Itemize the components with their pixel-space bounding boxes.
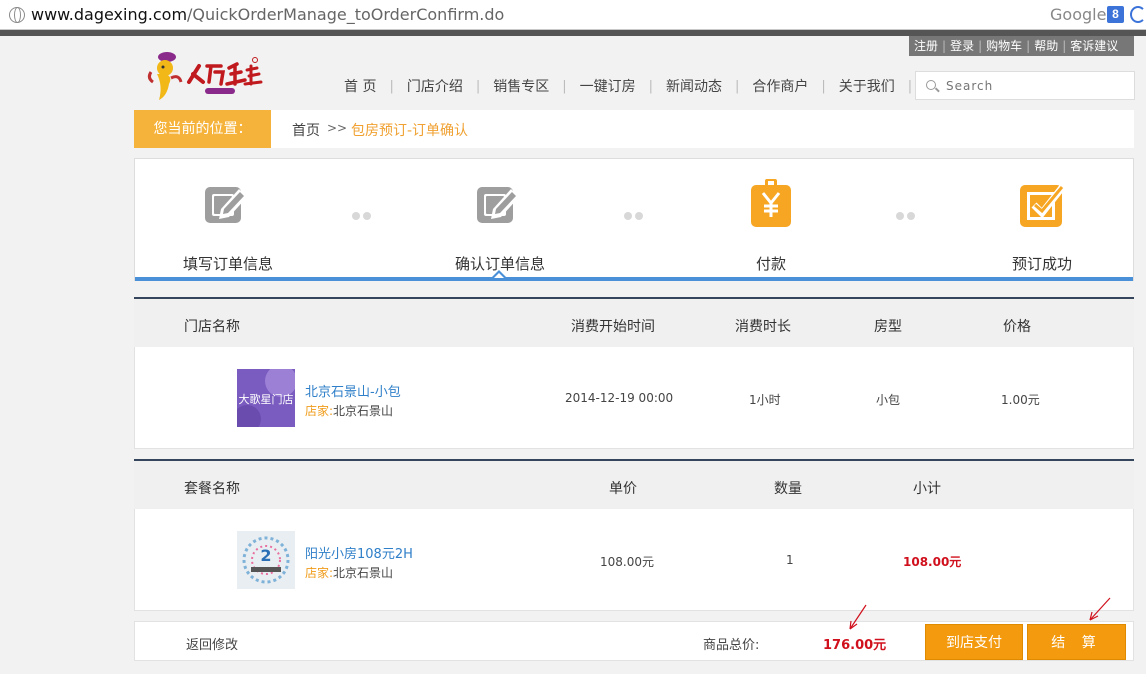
nav-news[interactable]: 新闻动态 <box>653 76 735 96</box>
total-value: 176.00元 <box>823 638 887 653</box>
login-link[interactable]: 登录 <box>950 39 974 53</box>
table-row: 大歌星门店 北京石景山-小包 店家:北京石景山 2014-12-19 00:00… <box>134 347 1134 449</box>
shop-label: 店家: <box>305 566 334 580</box>
payment-icon <box>751 179 791 227</box>
nav-quick-booking[interactable]: 一键订房 <box>567 76 649 96</box>
complaint-link[interactable]: 客诉建议 <box>1070 39 1118 53</box>
breadcrumb-current: 包房预订-订单确认 <box>351 123 469 139</box>
shop-value: 北京石景山 <box>333 566 394 580</box>
site-search <box>915 71 1135 100</box>
package-table-header: 套餐名称 单价 数量 小计 <box>134 459 1134 509</box>
shop-info: 店家:北京石景山 <box>305 564 393 581</box>
pay-at-store-button[interactable]: 到店支付 <box>925 624 1023 660</box>
col-store-name: 门店名称 <box>184 319 240 335</box>
breadcrumb-home[interactable]: 首页 <box>292 120 320 140</box>
room-table-header: 门店名称 消费开始时间 消费时长 房型 价格 <box>134 297 1134 347</box>
breadcrumb-label: 您当前的位置： <box>134 110 271 148</box>
search-icon[interactable] <box>926 80 936 90</box>
globe-icon <box>9 7 25 23</box>
store-thumbnail[interactable]: 大歌星门店 <box>237 369 295 427</box>
shop-value: 北京石景山 <box>333 404 394 418</box>
col-subtotal: 小计 <box>913 481 941 497</box>
step-label: 填写订单信息 <box>183 255 274 273</box>
col-unit-price: 单价 <box>609 481 637 497</box>
search-engine-label[interactable]: Google <box>1050 5 1106 24</box>
annotation-arrow-icon <box>849 604 867 630</box>
register-link[interactable]: 注册 <box>914 39 938 53</box>
checkout-button[interactable]: 结 算 <box>1027 624 1126 660</box>
top-sep: | <box>978 39 983 53</box>
top-sep: | <box>1062 39 1067 53</box>
nav-sep: | <box>907 78 913 94</box>
edit-icon <box>477 187 519 223</box>
package-thumbnail[interactable]: 2 <box>237 531 295 589</box>
help-link[interactable]: 帮助 <box>1034 39 1058 53</box>
room-type-value: 小包 <box>876 393 901 407</box>
order-steps: 填写订单信息 确认订单信息 付款 预订成功 <box>134 158 1134 281</box>
start-time-value: 2014-12-19 00:00 <box>565 391 674 405</box>
browser-address-bar[interactable]: www.dagexing.com/QuickOrderManage_toOrde… <box>0 0 1146 30</box>
svg-text:2: 2 <box>260 546 271 565</box>
step-success: 预订成功 <box>998 179 1086 274</box>
order-footer: 返回修改 商品总价: 176.00元 到店支付 结 算 <box>134 621 1134 661</box>
col-package-name: 套餐名称 <box>184 481 240 497</box>
quantity-value: 1 <box>786 553 794 567</box>
nav-sales[interactable]: 销售专区 <box>480 76 562 96</box>
room-name-link[interactable]: 北京石景山-小包 <box>305 381 401 400</box>
breadcrumb-separator: >> <box>327 121 348 135</box>
top-sep: | <box>942 39 947 53</box>
step-payment: 付款 <box>727 179 815 274</box>
main-nav: 首 页 | 门店介绍 | 销售专区 | 一键订房 | 新闻动态 | 合作商户 | 关于我们 | <box>331 74 912 98</box>
col-start-time: 消费开始时间 <box>571 319 655 335</box>
site-logo[interactable] <box>145 48 270 104</box>
unit-price-value: 108.00元 <box>600 555 654 569</box>
price-value: 1.00元 <box>1001 393 1040 407</box>
annotation-arrow-icon <box>1089 597 1111 621</box>
url-text[interactable]: www.dagexing.com/QuickOrderManage_toOrde… <box>31 5 504 24</box>
edit-icon <box>205 187 247 223</box>
subtotal-value: 108.00元 <box>903 555 962 569</box>
check-icon <box>1020 182 1067 227</box>
step-label: 付款 <box>755 255 786 273</box>
back-edit-link[interactable]: 返回修改 <box>186 634 238 653</box>
breadcrumb: 您当前的位置： 首页 >> 包房预订-订单确认 <box>134 110 1134 148</box>
shop-info: 店家:北京石景山 <box>305 402 393 419</box>
col-room-type: 房型 <box>874 319 902 335</box>
google-icon[interactable]: 8 <box>1107 6 1124 23</box>
top-sep: | <box>1026 39 1031 53</box>
col-price: 价格 <box>1003 319 1031 335</box>
col-quantity: 数量 <box>774 481 802 497</box>
step-connector <box>352 212 371 220</box>
thumbnail-text: 大歌星门店 <box>239 392 294 406</box>
step-fill-order: 填写订单信息 <box>183 179 274 274</box>
url-path: /QuickOrderManage_toOrderConfirm.do <box>187 5 505 24</box>
table-row: 2 阳光小房108元2H 店家:北京石景山 108.00元 1 108.00元 <box>134 509 1134 611</box>
nav-partners[interactable]: 合作商户 <box>739 76 821 96</box>
step-connector <box>896 212 915 220</box>
step-connector <box>624 212 643 220</box>
cart-link[interactable]: 购物车 <box>986 39 1022 53</box>
total-label: 商品总价: <box>703 638 760 653</box>
col-duration: 消费时长 <box>735 319 791 335</box>
step-confirm-order: 确认订单信息 <box>455 179 545 274</box>
browser-swirl-icon[interactable] <box>1130 6 1146 23</box>
step-progress-line <box>135 277 1133 281</box>
package-name-link[interactable]: 阳光小房108元2H <box>305 543 413 562</box>
duration-value: 1小时 <box>749 393 781 407</box>
nav-stores[interactable]: 门店介绍 <box>394 76 476 96</box>
step-label: 预订成功 <box>1011 255 1072 273</box>
nav-about[interactable]: 关于我们 <box>826 76 908 96</box>
url-host: www.dagexing.com <box>31 5 188 24</box>
top-links: 注册 | 登录 | 购物车 | 帮助 | 客诉建议 <box>909 36 1134 56</box>
nav-home[interactable]: 首 页 <box>331 76 389 96</box>
shop-label: 店家: <box>305 404 334 418</box>
search-input[interactable] <box>946 77 1126 95</box>
